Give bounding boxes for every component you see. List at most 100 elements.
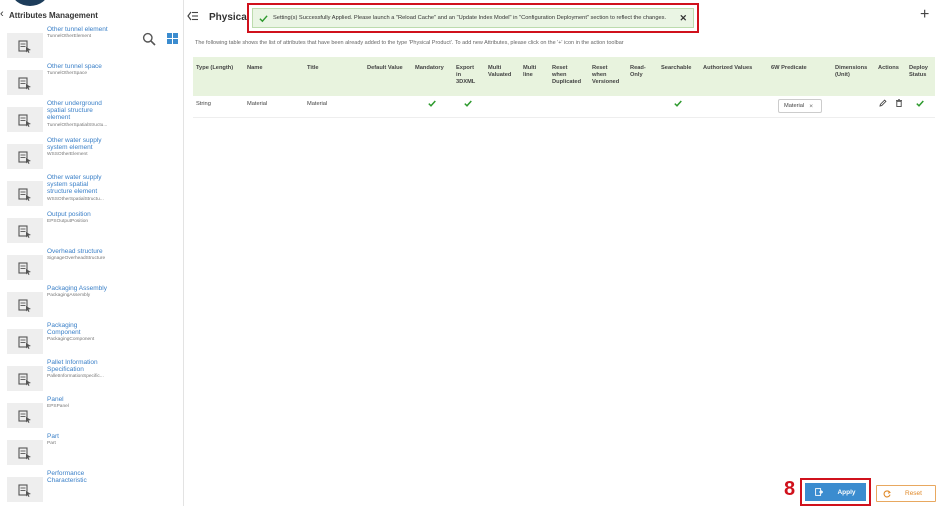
attribute-type-icon xyxy=(7,366,43,391)
attribute-type-icon xyxy=(7,255,43,280)
reset-button-label: Reset xyxy=(905,490,922,497)
attribute-type-icon xyxy=(7,144,43,169)
remove-tag-icon[interactable]: × xyxy=(809,103,813,110)
list-item[interactable]: Pallet Information Specification PalletI… xyxy=(0,359,183,396)
page-title: Physical xyxy=(209,12,250,23)
attribute-type-icon xyxy=(7,181,43,206)
sidebar: ‹ Attributes Management Other tunnel ele… xyxy=(0,0,184,506)
list-item-name: Output position xyxy=(47,211,91,218)
list-item-code: PalletInformationSpecific... xyxy=(47,374,104,380)
column-multi-valuated[interactable]: Multi Valuated xyxy=(488,65,511,79)
list-item-code: TunnelOtherSpatialStructu... xyxy=(47,122,108,128)
apply-highlight: Apply xyxy=(800,478,871,506)
apply-icon xyxy=(815,488,824,496)
table-header: Type (Length) Name Title Default Value M… xyxy=(193,57,935,96)
column-reset-duplicated[interactable]: Reset when Duplicated xyxy=(552,65,581,86)
pencil-icon[interactable] xyxy=(879,99,887,107)
deploy-status-check-icon xyxy=(916,100,924,107)
attribute-type-icon xyxy=(7,440,43,465)
table-description: The following table shows the list of at… xyxy=(195,40,624,46)
attribute-type-icon xyxy=(7,107,43,132)
attribute-type-icon xyxy=(7,70,43,95)
list-item-name: Other tunnel space xyxy=(47,63,102,70)
list-item-code: WSSOtherSpatialStructu... xyxy=(47,196,104,202)
list-item[interactable]: Part Part xyxy=(0,433,183,470)
column-reset-versioned[interactable]: Reset when Versioned xyxy=(592,65,619,86)
list-item-name: Other tunnel element xyxy=(47,26,108,33)
column-default-value[interactable]: Default Value xyxy=(367,65,403,72)
column-read-only[interactable]: Read- Only xyxy=(630,65,646,79)
add-attribute-button[interactable]: + xyxy=(920,6,929,24)
list-item-code: SignageOverheadStructure xyxy=(47,256,106,262)
list-item-name: Packaging Component xyxy=(47,322,81,337)
list-item-name: Other underground spatial structure elem… xyxy=(47,100,102,122)
list-item-code: TunnelOtherElement xyxy=(47,34,92,40)
column-type[interactable]: Type (Length) xyxy=(196,65,233,72)
cell-type: String xyxy=(196,101,211,107)
list-item-name: Panel xyxy=(47,396,64,403)
column-name[interactable]: Name xyxy=(247,65,263,72)
list-item-name: Other water supply system element xyxy=(47,137,102,152)
column-dimensions[interactable]: Dimensions (Unit) xyxy=(835,65,867,79)
reset-icon xyxy=(883,489,891,497)
column-export-3dxml[interactable]: Export in 3DXML xyxy=(456,65,475,86)
list-item[interactable]: Panel EPSPanel xyxy=(0,396,183,433)
list-item[interactable]: Packaging Assembly PackagingAssembly xyxy=(0,285,183,322)
sidebar-title: Attributes Management xyxy=(9,11,98,20)
notification-message: Setting(s) Successfully Applied. Please … xyxy=(273,15,667,21)
trash-icon[interactable] xyxy=(895,99,903,107)
cell-name: Material xyxy=(247,101,268,107)
cell-title: Material xyxy=(307,101,328,107)
step-number-annotation: 8 xyxy=(784,478,796,500)
list-item-code: TunnelOtherSpace xyxy=(47,71,88,77)
list-item-code: WSSOtherElement xyxy=(47,152,88,158)
list-item-name: Performance Characteristic xyxy=(47,470,87,485)
list-item-name: Part xyxy=(47,433,59,440)
table-row[interactable]: String Material Material Material × xyxy=(193,96,935,118)
list-item[interactable]: Performance Characteristic xyxy=(0,470,183,506)
list-item[interactable]: Other tunnel space TunnelOtherSpace xyxy=(0,63,183,100)
column-searchable[interactable]: Searchable xyxy=(661,65,691,72)
attribute-type-icon xyxy=(7,33,43,58)
list-item-code: EPSOutputPosition xyxy=(47,219,89,225)
attribute-type-icon xyxy=(7,218,43,243)
column-actions: Actions xyxy=(878,65,899,71)
attribute-type-icon xyxy=(7,477,43,502)
attribute-type-icon xyxy=(7,292,43,317)
list-item[interactable]: Packaging Component PackagingComponent xyxy=(0,322,183,359)
list-item[interactable]: Other tunnel element TunnelOtherElement xyxy=(0,26,183,63)
export-check-icon xyxy=(464,100,472,107)
column-multi-line[interactable]: Multi line xyxy=(523,65,536,79)
column-title[interactable]: Title xyxy=(307,65,319,72)
list-item[interactable]: Other underground spatial structure elem… xyxy=(0,100,183,137)
list-item-name: Pallet Information Specification xyxy=(47,359,98,374)
column-authorized-values[interactable]: Authorized Values xyxy=(703,65,752,72)
column-6w-predicate[interactable]: 6W Predicate xyxy=(771,65,807,72)
close-icon[interactable]: ✕ xyxy=(679,13,687,23)
list-item-name: Other water supply system spatial struct… xyxy=(47,174,102,196)
list-item-code: PackagingAssembly xyxy=(47,293,91,299)
predicate-tag[interactable]: Material × xyxy=(778,99,822,113)
list-item[interactable]: Other water supply system element WSSOth… xyxy=(0,137,183,174)
reset-button[interactable]: Reset xyxy=(876,485,936,502)
list-item[interactable]: Output position EPSOutputPosition xyxy=(0,211,183,248)
list-item-code: Part xyxy=(47,441,56,447)
list-item[interactable]: Other water supply system spatial struct… xyxy=(0,174,183,211)
mandatory-check-icon xyxy=(428,100,436,107)
column-mandatory[interactable]: Mandatory xyxy=(415,65,444,72)
list-item[interactable]: Overhead structure SignageOverheadStruct… xyxy=(0,248,183,285)
collapse-sidebar-icon[interactable] xyxy=(187,10,198,22)
apply-button-label: Apply xyxy=(837,488,856,496)
column-deploy-status[interactable]: Deploy Status xyxy=(909,65,928,79)
success-notification: Setting(s) Successfully Applied. Please … xyxy=(247,3,699,33)
check-icon xyxy=(259,14,268,22)
list-item-name: Overhead structure xyxy=(47,248,103,255)
app-logo xyxy=(12,0,48,6)
list-item-name: Packaging Assembly xyxy=(47,285,107,292)
searchable-check-icon xyxy=(674,100,682,107)
attribute-type-icon xyxy=(7,403,43,428)
back-chevron-icon[interactable]: ‹ xyxy=(0,8,4,20)
type-list: Other tunnel element TunnelOtherElement … xyxy=(0,26,183,506)
predicate-tag-label: Material xyxy=(784,103,805,109)
apply-button[interactable]: Apply xyxy=(805,483,866,501)
